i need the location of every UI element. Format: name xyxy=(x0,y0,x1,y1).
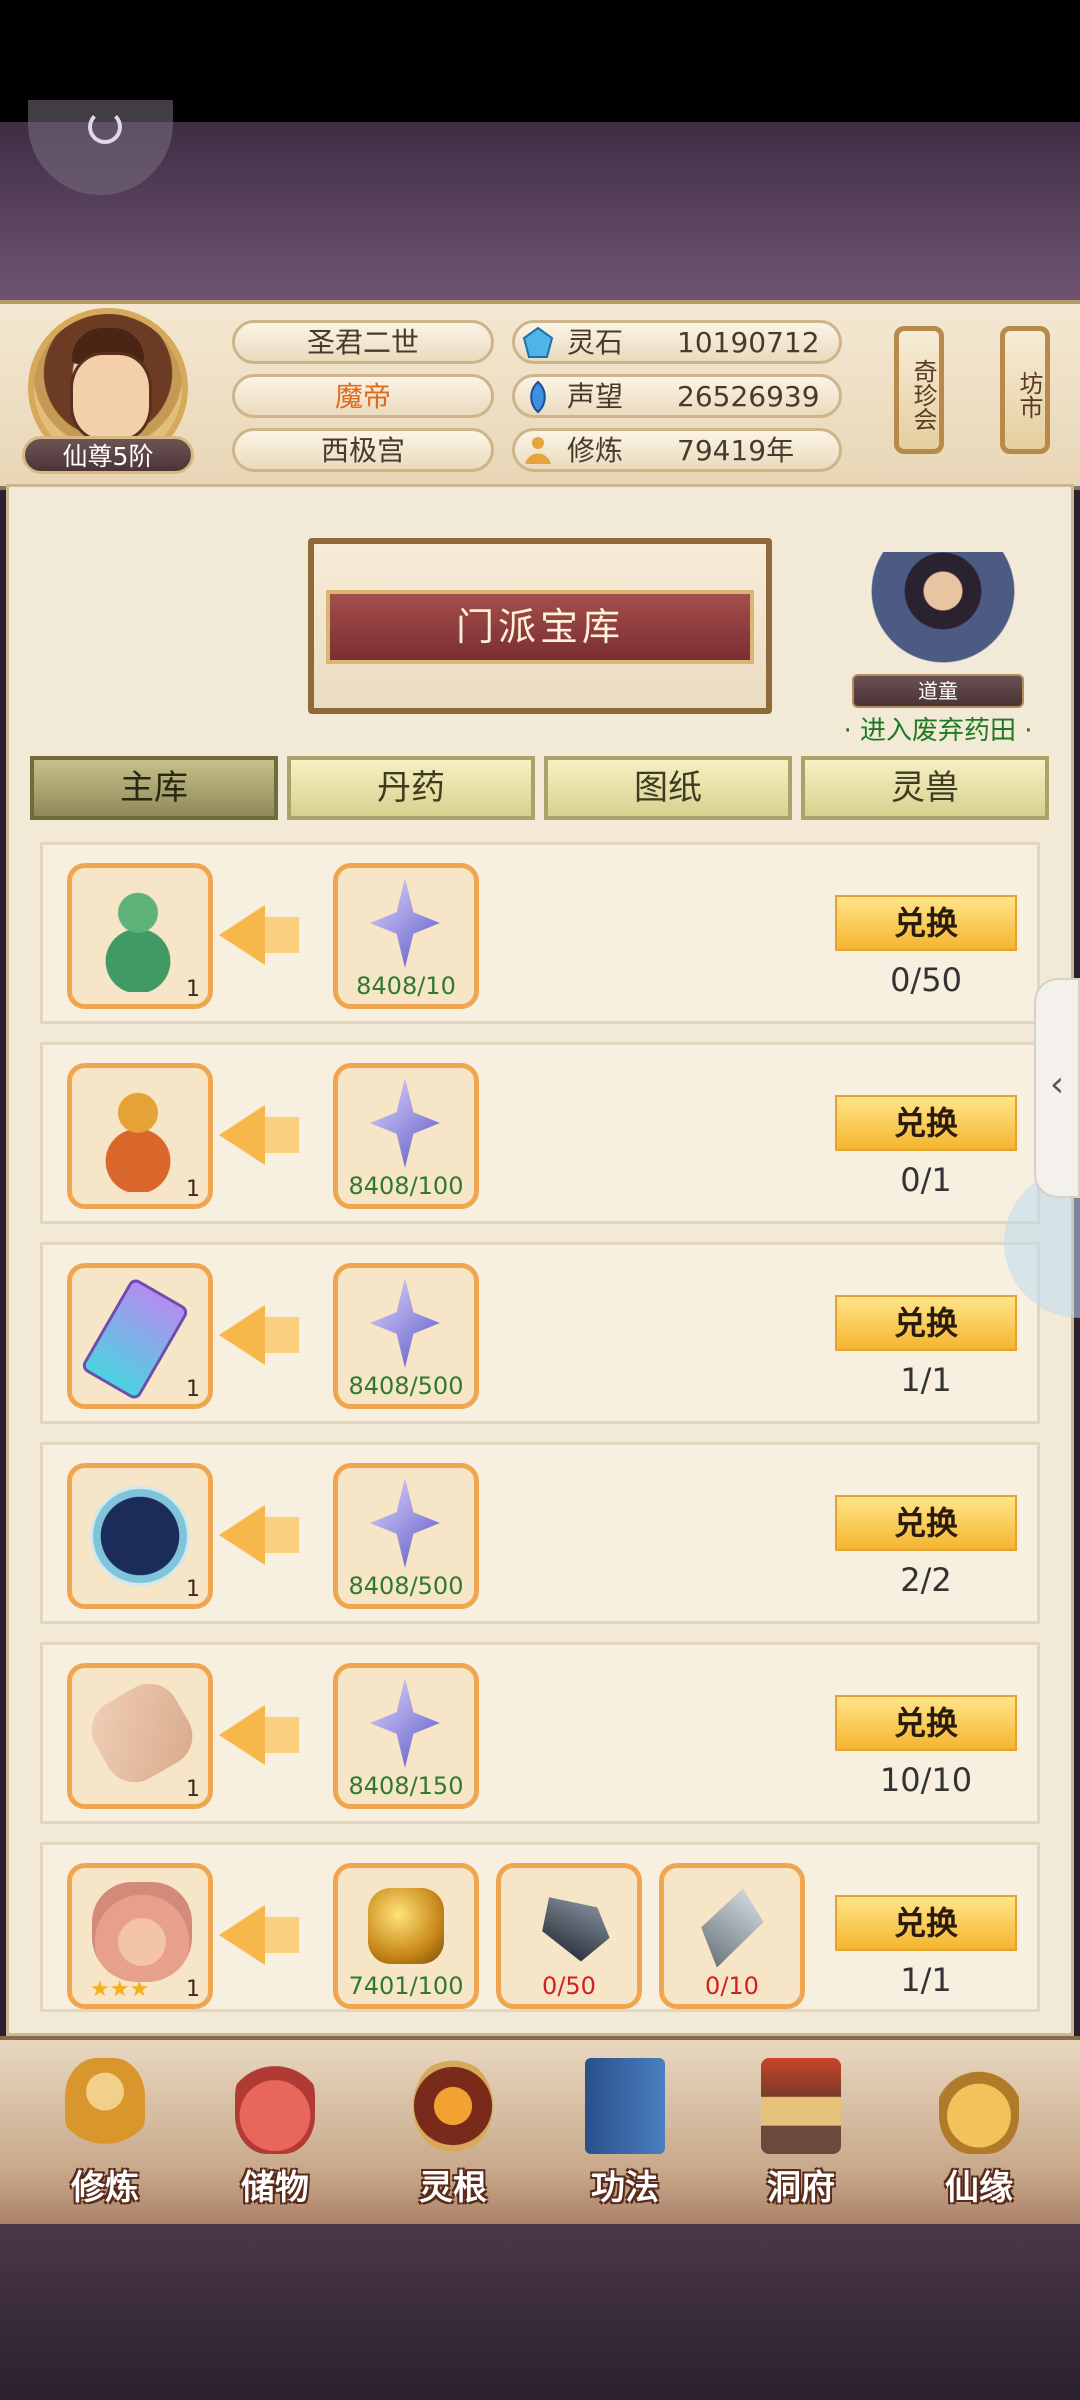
exchange-quota: 1/1 xyxy=(900,1961,952,1999)
arrow-tail xyxy=(259,1917,299,1953)
avatar-face xyxy=(70,352,152,442)
technique-book-icon xyxy=(585,2058,665,2154)
cost-item-slot[interactable]: 7401/100 xyxy=(333,1863,479,2009)
bottom-backdrop xyxy=(0,2224,1080,2400)
list-item: 1 8408/500 兑换 1/1 xyxy=(40,1242,1040,1424)
jade-token-icon xyxy=(79,1276,191,1402)
scroll-icon xyxy=(80,1672,204,1794)
orange-gourd-icon xyxy=(98,1082,178,1192)
arrow-left-icon xyxy=(219,1105,265,1165)
stat-reputation: 声望 26526939 xyxy=(512,374,842,418)
arrow-left-icon xyxy=(219,905,265,965)
star-shard-icon xyxy=(370,1678,440,1768)
star-orb-icon xyxy=(90,1486,190,1586)
nav-cultivate[interactable]: 修炼 xyxy=(30,2048,180,2218)
cost-item-slot[interactable]: 0/10 xyxy=(659,1863,805,2009)
stat-spirit-stone: 灵石 10190712 xyxy=(512,320,842,364)
tab-spirit-beasts[interactable]: 灵兽 xyxy=(801,756,1049,820)
arrow-tail xyxy=(259,1117,299,1153)
immortal-fate-icon xyxy=(939,2058,1019,2154)
npc-name: 道童 xyxy=(852,674,1024,708)
cost-item-slot[interactable]: 8408/100 xyxy=(333,1063,479,1209)
cost-item-slot[interactable]: 0/50 xyxy=(496,1863,642,2009)
arrow-tail xyxy=(259,1317,299,1353)
exchange-quota: 1/1 xyxy=(900,1361,952,1399)
list-item: 1 8408/500 兑换 2/2 xyxy=(40,1442,1040,1624)
arrow-left-icon xyxy=(219,1505,265,1565)
exchange-quota: 2/2 xyxy=(900,1561,952,1599)
chevron-left-icon: ‹ xyxy=(1049,1064,1065,1105)
cost-item-slot[interactable]: 8408/150 xyxy=(333,1663,479,1809)
star-shard-icon xyxy=(370,1278,440,1368)
reward-item-slot[interactable]: 1 xyxy=(67,863,213,1009)
rank-badge: 仙尊5阶 xyxy=(22,436,194,474)
reward-item-slot[interactable]: 1 xyxy=(67,1263,213,1409)
reward-item-slot[interactable]: 1 xyxy=(67,1063,213,1209)
gold-ore-icon xyxy=(368,1888,444,1964)
green-gourd-icon xyxy=(98,882,178,992)
cultivation-icon xyxy=(525,437,551,464)
star-shard-icon xyxy=(370,878,440,968)
arrow-left-icon xyxy=(219,1305,265,1365)
cost-item-slot[interactable]: 8408/500 xyxy=(333,1263,479,1409)
tab-blueprints[interactable]: 图纸 xyxy=(544,756,792,820)
nav-cave-dwelling[interactable]: 洞府 xyxy=(726,2048,876,2218)
list-item: 1 8408/10 兑换 0/50 xyxy=(40,842,1040,1024)
refresh-icon xyxy=(88,110,122,144)
exchange-quota: 0/50 xyxy=(890,961,962,999)
arrow-tail xyxy=(259,1517,299,1553)
arrow-left-icon xyxy=(219,1705,265,1765)
cave-dwelling-icon xyxy=(761,2058,841,2154)
star-shard-icon xyxy=(370,1078,440,1168)
reward-item-slot[interactable]: ★★★ 1 xyxy=(67,1863,213,2009)
side-drawer-handle[interactable]: ‹ xyxy=(1034,978,1080,1198)
market-button[interactable]: 坊市 xyxy=(1000,326,1050,454)
list-item: 1 8408/100 兑换 0/1 xyxy=(40,1042,1040,1224)
exchange-button[interactable]: 兑换 xyxy=(835,1695,1017,1751)
list-item: ★★★ 1 7401/100 0/50 0/10 兑换 1/1 xyxy=(40,1842,1040,2012)
arrow-tail xyxy=(259,1717,299,1753)
player-name: 圣君二世 xyxy=(232,320,494,364)
spirit-root-icon xyxy=(413,2058,493,2154)
player-sect: 西极宫 xyxy=(232,428,494,472)
storage-bag-icon xyxy=(235,2058,315,2154)
censer-icon xyxy=(92,1882,192,1982)
nav-spirit-root[interactable]: 灵根 xyxy=(378,2048,528,2218)
reputation-icon xyxy=(530,380,546,414)
exchange-button[interactable]: 兑换 xyxy=(835,1495,1017,1551)
exchange-button[interactable]: 兑换 xyxy=(835,1895,1017,1951)
exchange-button[interactable]: 兑换 xyxy=(835,1295,1017,1351)
npc-portrait[interactable] xyxy=(868,552,1018,682)
nav-techniques[interactable]: 功法 xyxy=(550,2048,700,2218)
reward-item-slot[interactable]: 1 xyxy=(67,1663,213,1809)
nav-immortal-fate[interactable]: 仙缘 xyxy=(904,2048,1054,2218)
cost-item-slot[interactable]: 8408/500 xyxy=(333,1463,479,1609)
star-shard-icon xyxy=(370,1478,440,1568)
spirit-stone-icon xyxy=(522,326,554,358)
list-item: 1 8408/150 兑换 10/10 xyxy=(40,1642,1040,1824)
exchange-button[interactable]: 兑换 xyxy=(835,1095,1017,1151)
exchange-button[interactable]: 兑换 xyxy=(835,895,1017,951)
cultivate-icon xyxy=(65,2058,145,2154)
tab-main-vault[interactable]: 主库 xyxy=(30,756,278,820)
exchange-quota: 10/10 xyxy=(879,1761,973,1799)
page-title: 门派宝库 xyxy=(326,590,754,664)
nav-storage[interactable]: 储物 xyxy=(200,2048,350,2218)
silver-ore-icon xyxy=(682,1878,777,1978)
dark-ore-icon xyxy=(523,1884,619,1969)
arrow-left-icon xyxy=(219,1905,265,1965)
reward-item-slot[interactable]: 1 xyxy=(67,1463,213,1609)
star-rating: ★★★ xyxy=(90,1977,150,2002)
enter-herb-field-link[interactable]: · 进入废弃药田 · xyxy=(828,710,1048,746)
cost-item-slot[interactable]: 8408/10 xyxy=(333,863,479,1009)
stat-cultivation: 修炼 79419年 xyxy=(512,428,842,472)
tab-pills[interactable]: 丹药 xyxy=(287,756,535,820)
exchange-quota: 0/1 xyxy=(900,1161,952,1199)
treasure-fair-button[interactable]: 奇珍会 xyxy=(894,326,944,454)
arrow-tail xyxy=(259,917,299,953)
player-title: 魔帝 xyxy=(232,374,494,418)
